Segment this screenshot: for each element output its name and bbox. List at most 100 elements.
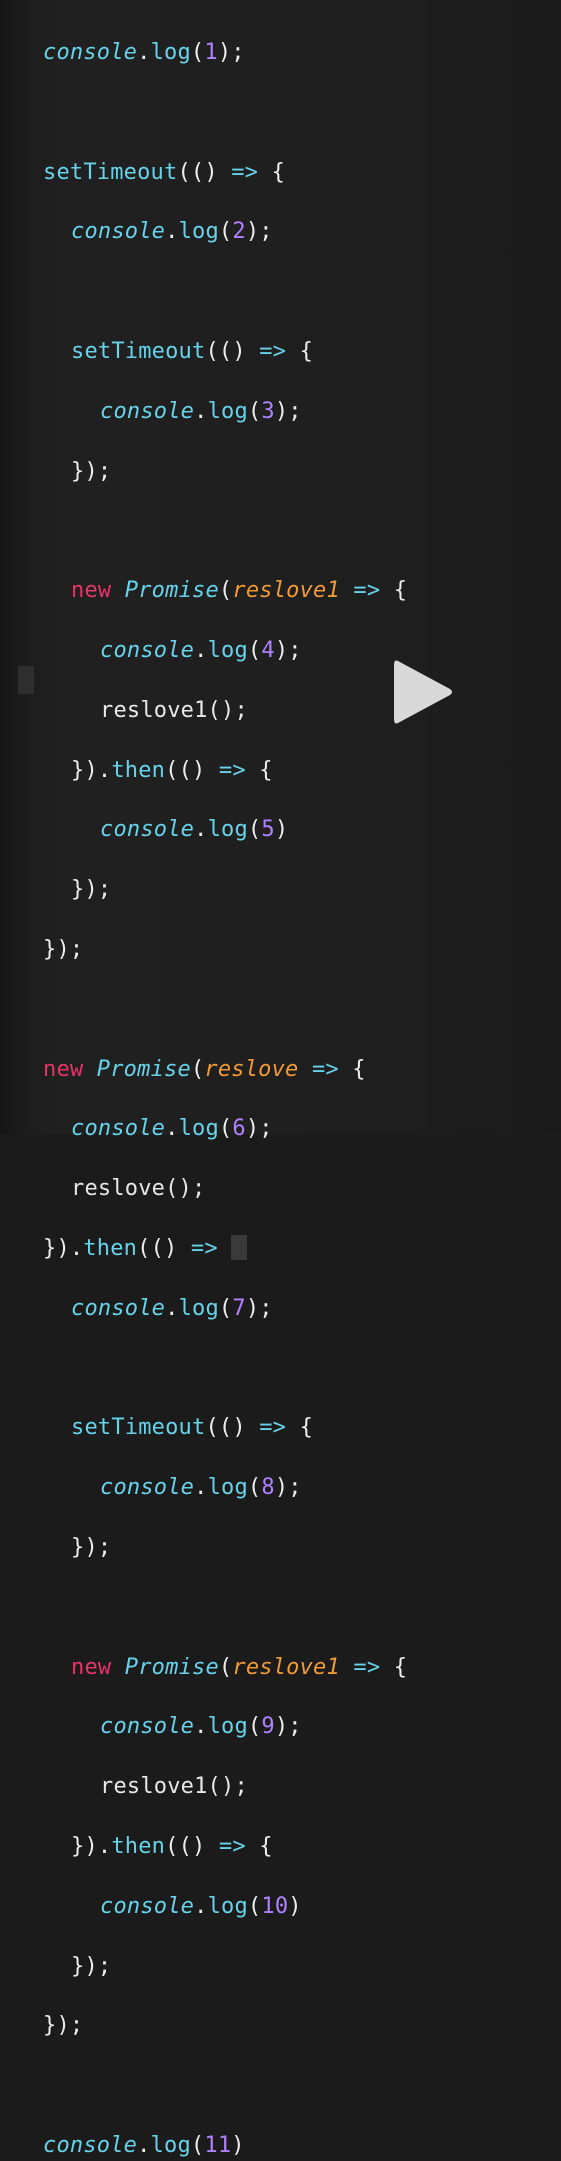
code-token: => xyxy=(298,1056,353,1082)
code-token: ( xyxy=(218,219,233,245)
code-token: { xyxy=(393,1654,408,1680)
code-line-24: setTimeout(() => { xyxy=(43,1413,407,1443)
code-token: => xyxy=(339,1654,394,1680)
code-token: log xyxy=(150,40,191,65)
code-token: ( xyxy=(190,2132,205,2158)
code-token: 4 xyxy=(261,637,275,663)
code-token: ( xyxy=(218,1116,233,1142)
video-frame: console.log(1); setTimeout(() => { conso… xyxy=(0,0,561,2158)
code-token: . xyxy=(194,1475,208,1501)
code-token: . xyxy=(194,1714,208,1740)
code-token: . xyxy=(137,2132,151,2158)
code-token: ( xyxy=(247,637,262,663)
code-token: 1 xyxy=(204,40,218,65)
code-line-16: }); xyxy=(43,935,407,965)
code-token: console xyxy=(100,398,195,424)
play-icon xyxy=(394,660,452,724)
code-token: => xyxy=(205,1833,260,1859)
code-block: console.log(1); setTimeout(() => { conso… xyxy=(43,38,407,2161)
code-token: }); xyxy=(71,877,112,903)
code-token: { xyxy=(299,1415,314,1441)
code-token: 6 xyxy=(232,1116,246,1142)
code-token: ( xyxy=(247,1714,262,1740)
code-token: }). xyxy=(71,1833,112,1859)
code-token: . xyxy=(194,637,208,663)
code-token: log xyxy=(150,2132,191,2158)
code-token: { xyxy=(259,1833,273,1859)
code-token: ( xyxy=(218,1654,233,1680)
code-token: console xyxy=(43,2132,138,2158)
code-token: reslove(); xyxy=(71,1176,206,1202)
code-line-32: console.log(10) xyxy=(43,1892,407,1922)
code-line-10: new Promise(reslove1 => { xyxy=(43,576,407,606)
code-line-4: console.log(2); xyxy=(43,217,407,247)
code-line-29: console.log(9); xyxy=(43,1712,407,1742)
code-token: (() xyxy=(177,159,218,185)
code-token: 11 xyxy=(204,2132,232,2158)
code-token: ( xyxy=(247,1475,262,1501)
code-token: log xyxy=(178,219,219,245)
code-line-6: setTimeout(() => { xyxy=(43,337,407,367)
code-token: ( xyxy=(218,1295,233,1321)
code-line-34: }); xyxy=(43,2011,407,2041)
code-line-33: }); xyxy=(43,1952,407,1982)
code-token: ); xyxy=(274,398,302,424)
text-cursor xyxy=(230,1234,247,1260)
code-token: . xyxy=(165,1295,179,1321)
code-token: ); xyxy=(274,1475,302,1501)
code-token: reslove1 xyxy=(232,578,340,604)
code-line-26: }); xyxy=(43,1533,407,1563)
code-line-31: }).then(() => { xyxy=(43,1832,407,1862)
code-token: 5 xyxy=(261,817,275,843)
code-token: ) xyxy=(288,1893,302,1919)
code-token: 8 xyxy=(261,1475,275,1501)
code-token: ( xyxy=(247,1893,262,1919)
code-token: ( xyxy=(190,40,205,65)
code-token: }); xyxy=(43,2013,84,2039)
code-token: reslove1 xyxy=(232,1654,340,1680)
code-token: console xyxy=(100,1893,195,1919)
code-token: => xyxy=(245,1415,300,1441)
code-token: . xyxy=(137,40,151,65)
code-line-19: console.log(6); xyxy=(43,1114,407,1144)
code-token: ); xyxy=(274,637,302,663)
code-token: }). xyxy=(43,1235,84,1261)
code-token: . xyxy=(194,1893,208,1919)
play-button[interactable] xyxy=(392,657,454,727)
code-token: (() xyxy=(165,1833,206,1859)
code-token: ); xyxy=(217,40,245,65)
code-line-15: }); xyxy=(43,875,407,905)
code-token: console xyxy=(100,1475,195,1501)
code-token: log xyxy=(207,1714,248,1740)
code-token: log xyxy=(178,1295,219,1321)
code-token: => xyxy=(217,159,272,185)
code-token: log xyxy=(178,1116,219,1142)
code-token: Promise xyxy=(124,1654,219,1680)
code-token: 9 xyxy=(261,1714,275,1740)
code-line-1: console.log(1); xyxy=(43,38,407,68)
code-line-25: console.log(8); xyxy=(43,1473,407,1503)
code-token: => xyxy=(177,1235,232,1261)
code-token: then xyxy=(111,757,166,783)
code-token: setTimeout xyxy=(71,1415,206,1441)
code-token: { xyxy=(352,1056,366,1082)
code-token: { xyxy=(393,578,408,604)
code-token: ( xyxy=(218,578,233,604)
code-line-7: console.log(3); xyxy=(43,397,407,427)
code-token: console xyxy=(71,1116,166,1142)
code-token: ); xyxy=(274,1714,302,1740)
code-token: (() xyxy=(205,1415,246,1441)
code-line-28: new Promise(reslove1 => { xyxy=(43,1653,407,1683)
code-editor: console.log(1); setTimeout(() => { conso… xyxy=(0,0,561,2158)
code-line-22: console.log(7); xyxy=(43,1294,407,1324)
code-line-8: }); xyxy=(43,457,407,487)
code-token: ) xyxy=(274,817,289,843)
code-token: reslove1(); xyxy=(100,1774,248,1800)
code-token: console xyxy=(100,1714,195,1740)
code-token: }); xyxy=(43,936,84,962)
